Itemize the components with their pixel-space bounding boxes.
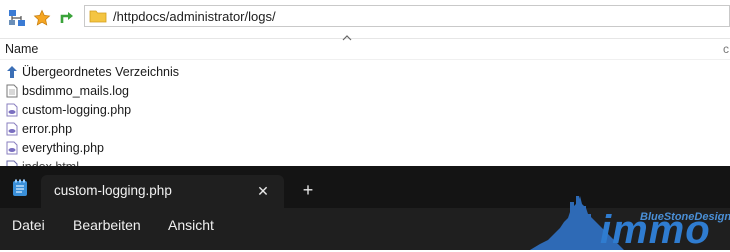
folder-icon	[89, 10, 107, 23]
star-icon[interactable]	[31, 7, 53, 29]
text-file-icon	[5, 83, 19, 99]
address-bar[interactable]: /httpdocs/administrator/logs/	[84, 5, 730, 27]
refresh-icon[interactable]	[56, 7, 78, 29]
list-item-label: Übergeordnetes Verzeichnis	[22, 64, 180, 79]
sort-ascending-icon[interactable]	[342, 34, 352, 42]
menu-item-ansicht[interactable]: Ansicht	[168, 217, 214, 233]
php-file-icon	[5, 140, 19, 156]
tab-custom-logging[interactable]: custom-logging.php ✕	[41, 175, 284, 208]
list-item-label: custom-logging.php	[22, 102, 132, 117]
list-item[interactable]: everything.php	[0, 138, 730, 157]
header-divider	[0, 59, 730, 60]
list-item-label: error.php	[22, 121, 73, 136]
menu-item-bearbeiten[interactable]: Bearbeiten	[73, 217, 141, 233]
list-item-label: bsdimmo_mails.log	[22, 83, 129, 98]
toolbar-divider	[0, 38, 730, 39]
close-icon[interactable]: ✕	[255, 183, 271, 199]
list-item-parent-directory[interactable]: Übergeordnetes Verzeichnis	[0, 62, 730, 81]
list-item[interactable]: bsdimmo_mails.log	[0, 81, 730, 100]
list-item-label: everything.php	[22, 140, 105, 155]
menu-item-datei[interactable]: Datei	[12, 217, 45, 233]
php-file-icon	[5, 102, 19, 118]
plus-icon[interactable]: +	[300, 181, 316, 199]
tab-title: custom-logging.php	[54, 183, 172, 198]
list-item[interactable]: custom-logging.php	[0, 100, 730, 119]
file-browser: /httpdocs/administrator/logs/ Name c Übe…	[0, 0, 730, 174]
php-file-icon	[5, 121, 19, 137]
watermark-tagline: BlueStoneDesign	[640, 211, 730, 223]
column-header-partial: c	[723, 42, 729, 56]
notepad-app-icon	[13, 179, 27, 196]
list-item[interactable]: error.php	[0, 119, 730, 138]
address-path: /httpdocs/administrator/logs/	[113, 8, 276, 24]
column-header-name[interactable]: Name	[5, 42, 38, 56]
network-drive-icon[interactable]	[6, 7, 28, 29]
parent-directory-icon	[5, 64, 19, 80]
file-list: Übergeordnetes Verzeichnis bsdimmo_mails…	[0, 62, 730, 176]
